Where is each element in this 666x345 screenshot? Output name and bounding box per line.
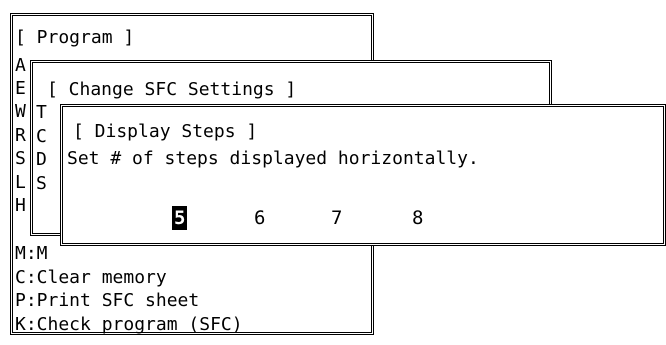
program-item-m[interactable]: M:M [15, 242, 48, 266]
program-item-s[interactable]: S [15, 147, 26, 171]
program-item-h[interactable]: H [15, 194, 26, 218]
program-item-a[interactable]: A [15, 54, 26, 78]
change-sfc-settings-title: [ Change SFC Settings ] [47, 79, 297, 100]
change-sfc-item-c[interactable]: C [36, 125, 47, 149]
step-option-6[interactable]: 6 [252, 206, 267, 230]
program-item-print-sfc-sheet[interactable]: P:Print SFC sheet [15, 289, 199, 313]
change-sfc-item-d[interactable]: D [36, 148, 47, 172]
step-option-7[interactable]: 7 [329, 206, 344, 230]
step-option-5[interactable]: 5 [172, 206, 188, 230]
display-steps-title: [ Display Steps ] [73, 121, 258, 142]
program-item-w[interactable]: W [15, 100, 26, 124]
program-item-clear-memory[interactable]: C:Clear memory [15, 266, 167, 290]
program-item-r[interactable]: R [15, 124, 26, 148]
program-item-l[interactable]: L [15, 171, 26, 195]
change-sfc-item-s[interactable]: S [36, 172, 47, 196]
program-item-check-program[interactable]: K:Check program (SFC) [15, 313, 243, 337]
program-title: [ Program ] [15, 27, 135, 48]
step-option-8[interactable]: 8 [410, 206, 425, 230]
change-sfc-item-t[interactable]: T [36, 101, 47, 125]
display-steps-instruction: Set # of steps displayed horizontally. [67, 148, 479, 169]
program-item-e[interactable]: E [15, 77, 26, 101]
display-steps-dialog: [ Display Steps ] Set # of steps display… [60, 104, 666, 246]
